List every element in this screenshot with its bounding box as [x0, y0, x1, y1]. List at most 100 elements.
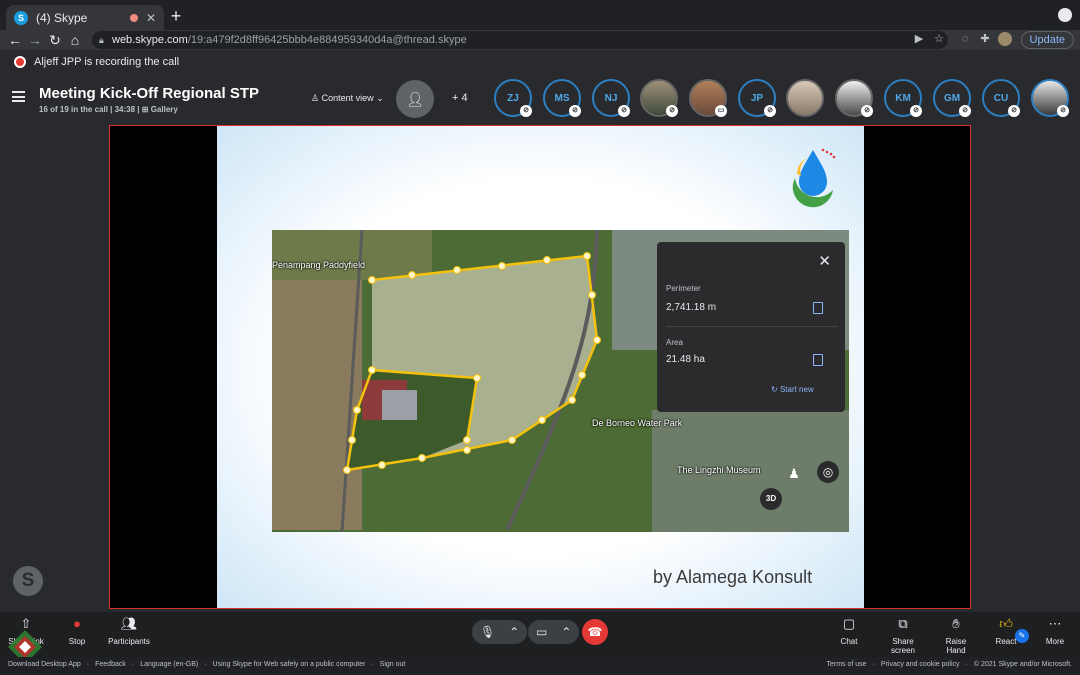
- satellite-map[interactable]: Penampang Paddyfield De Borneo Water Par…: [272, 230, 849, 532]
- gallery-icon[interactable]: ⊞: [142, 105, 149, 114]
- recording-notice: Aljeff JPP is recording the call: [0, 52, 1080, 72]
- pegman-icon[interactable]: ♟: [786, 466, 802, 486]
- meeting-title: Meeting Kick-Off Regional STP: [39, 85, 260, 102]
- footer-link[interactable]: Feedback: [95, 661, 126, 668]
- participants-info: 16 of 19 in the call: [39, 105, 108, 114]
- stop-label: Stop: [68, 637, 86, 646]
- perimeter-value[interactable]: 2,741.18 m: [666, 302, 716, 313]
- skype-logo-icon: S: [13, 566, 43, 596]
- participant-avatar[interactable]: CU ⊘: [982, 79, 1020, 117]
- participant-avatar[interactable]: KM ⊘: [884, 79, 922, 117]
- participants-label: Participants: [108, 637, 150, 646]
- avatar-initials: ZJ: [507, 92, 519, 104]
- start-new-label: Start new: [779, 385, 814, 394]
- camera-icon[interactable]: ▶: [912, 32, 926, 46]
- participant-avatar[interactable]: MS ⊘: [543, 79, 581, 117]
- bookmark-star-icon[interactable]: ☆: [932, 32, 946, 46]
- extensions-puzzle-icon[interactable]: ✚: [978, 32, 992, 46]
- chevron-up-icon[interactable]: ⌃: [509, 625, 519, 639]
- area-label: Area: [666, 338, 683, 347]
- view-mode[interactable]: Gallery: [151, 105, 178, 114]
- footer-link[interactable]: Terms of use: [826, 661, 866, 668]
- browser-tab[interactable]: S (4) Skype ✕: [6, 5, 164, 30]
- stop-recording-button[interactable]: ● Stop: [64, 616, 90, 646]
- close-icon[interactable]: ✕: [818, 252, 831, 270]
- participant-avatar[interactable]: ⊘: [835, 79, 873, 117]
- participant-avatar[interactable]: GM ⊘: [933, 79, 971, 117]
- lock-icon: 🔒︎: [99, 35, 104, 45]
- record-icon: [14, 56, 26, 68]
- browser-menu-icon[interactable]: [1058, 8, 1072, 22]
- muted-mic-icon: ⊘: [666, 105, 678, 117]
- chevron-up-icon[interactable]: ⌃: [561, 625, 571, 639]
- footer-link[interactable]: Using Skype for Web safely on a public c…: [213, 661, 366, 668]
- copy-icon[interactable]: [813, 302, 823, 314]
- end-call-button[interactable]: ☎: [582, 619, 608, 645]
- participant-avatar[interactable]: JP ⊘: [738, 79, 776, 117]
- start-new-button[interactable]: ↻ Start new: [771, 385, 814, 394]
- company-logo-icon: [792, 148, 836, 208]
- url-path: /19:a479f2d8ff96425bbb4e884959340d4a@thr…: [187, 34, 467, 46]
- footer-link[interactable]: Sign out: [380, 661, 406, 668]
- copy-icon[interactable]: [813, 354, 823, 366]
- extension-circle-icon[interactable]: ◌: [958, 32, 972, 46]
- participant-avatar[interactable]: NJ ⊘: [592, 79, 630, 117]
- close-tab-icon[interactable]: ✕: [146, 11, 156, 25]
- avatar-initials: JP: [750, 92, 764, 104]
- share-screen-button[interactable]: ⧉ Share screen: [880, 616, 926, 655]
- map-label[interactable]: The Lingzhi Museum: [677, 465, 761, 475]
- share-screen-label: Share screen: [890, 637, 915, 655]
- map-label[interactable]: De Borneo Water Park: [592, 418, 682, 428]
- muted-mic-icon: ⊘: [618, 105, 630, 117]
- video-off-icon[interactable]: ▭: [536, 625, 547, 639]
- url-field[interactable]: 🔒︎ web.skype.com/19:a479f2d8ff96425bbb4e…: [92, 31, 948, 49]
- edit-pencil-icon[interactable]: ✎: [1015, 629, 1029, 643]
- content-view-dropdown[interactable]: ♙ Content view ⌄: [311, 93, 384, 104]
- participants-button[interactable]: 👥︎ Participants: [108, 616, 150, 646]
- add-participant-button[interactable]: 👤︎: [396, 80, 434, 118]
- muted-mic-icon: ⊘: [1057, 105, 1069, 117]
- more-button[interactable]: ⋯ More: [1043, 616, 1067, 646]
- participant-avatar[interactable]: ZJ ⊘: [494, 79, 532, 117]
- meeting-subtitle: 16 of 19 in the call | 34:38 | ⊞ Gallery: [39, 105, 178, 114]
- participant-avatar[interactable]: [786, 79, 824, 117]
- avatar-initials: NJ: [604, 92, 618, 104]
- back-icon[interactable]: ←: [6, 31, 24, 49]
- footer-link[interactable]: Language (en-GB): [140, 661, 198, 668]
- participant-avatar[interactable]: ⊘: [1031, 79, 1069, 117]
- url-domain: web.skype.com: [112, 34, 188, 46]
- address-bar-row: ← → ↻ ⌂ 🔒︎ web.skype.com/19:a479f2d8ff96…: [0, 30, 1080, 50]
- forward-icon[interactable]: →: [26, 31, 44, 49]
- participant-avatar[interactable]: ⊘: [640, 79, 678, 117]
- participant-avatar[interactable]: ▭: [689, 79, 727, 117]
- react-button[interactable]: 👍︎ React: [994, 616, 1018, 646]
- call-toolbar: ⇧ Share link ● Stop 👥︎ Participants 🎙︎ ⌃…: [0, 612, 1080, 657]
- muted-mic-icon: ⊘: [959, 105, 971, 117]
- area-value[interactable]: 21.48 ha: [666, 354, 705, 365]
- footer-link[interactable]: Download Desktop App: [8, 661, 81, 668]
- reload-icon[interactable]: ↻: [46, 31, 64, 49]
- footer-link[interactable]: Privacy and cookie policy: [881, 661, 960, 668]
- recording-text: Aljeff JPP is recording the call: [34, 56, 180, 68]
- map-label[interactable]: Penampang Paddyfield: [272, 260, 365, 270]
- extra-participants-count[interactable]: + 4: [452, 92, 468, 104]
- call-duration: 34:38: [114, 105, 136, 114]
- muted-mic-icon: ⊘: [764, 105, 776, 117]
- chevron-down-icon: ⌄: [376, 93, 384, 103]
- my-location-icon[interactable]: ◎: [817, 461, 839, 483]
- chat-button[interactable]: ▢ Chat: [838, 616, 860, 646]
- thumbs-up-icon: 👍︎: [999, 616, 1013, 631]
- muted-mic-icon: ⊘: [520, 105, 532, 117]
- new-tab-button[interactable]: +: [166, 6, 186, 26]
- add-person-icon: 👤︎: [406, 90, 424, 107]
- profile-avatar-icon[interactable]: [998, 32, 1012, 46]
- update-button[interactable]: Update: [1020, 31, 1074, 49]
- raise-hand-button[interactable]: ✋︎ Raise Hand: [936, 616, 976, 655]
- home-icon[interactable]: ⌂: [66, 31, 84, 49]
- muted-mic-icon: ⊘: [861, 105, 873, 117]
- slide-byline: by Alamega Konsult: [653, 567, 813, 587]
- hamburger-menu-icon[interactable]: [12, 91, 25, 102]
- mic-muted-icon[interactable]: 🎙︎: [480, 625, 495, 639]
- shared-content-stage: Penampang Paddyfield De Borneo Water Par…: [109, 125, 971, 609]
- 3d-toggle-button[interactable]: 3D: [760, 488, 782, 510]
